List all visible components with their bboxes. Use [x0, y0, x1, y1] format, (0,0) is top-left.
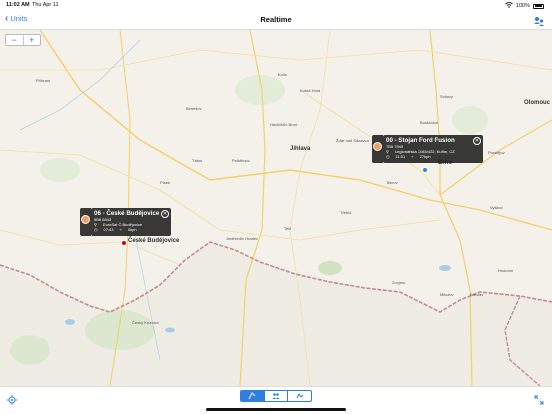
- city-label: Jihlava: [290, 146, 311, 152]
- close-callout-button[interactable]: ✕: [161, 210, 169, 218]
- view-mode-segmented-control: [240, 390, 312, 402]
- unit-title: 00 - Stojan Ford Fusion: [386, 137, 455, 144]
- city-label: Olomouc: [524, 100, 551, 106]
- clock-icon: ◷: [386, 154, 390, 159]
- speed-icon: ⌁: [119, 227, 122, 232]
- place-label: Vyškov: [490, 205, 503, 210]
- place-label: Znojmo: [392, 280, 406, 285]
- users-icon: [272, 393, 280, 399]
- home-indicator: [206, 408, 346, 411]
- place-label: Tábor: [192, 158, 203, 163]
- status-date: Thu Apr 11: [32, 2, 59, 8]
- place-label: Příbram: [36, 78, 51, 83]
- unit-callout[interactable]: 06 - České Budějovice 6B8 6843 ⚲ EuroSat…: [81, 208, 171, 236]
- place-label: Hodonín: [498, 268, 514, 273]
- unit-callout[interactable]: 00 - Stojan Ford Fusion 7B5 7949 ⚲ Legio…: [383, 135, 483, 163]
- expand-icon[interactable]: [534, 392, 544, 405]
- zoom-control: − +: [5, 34, 41, 46]
- place-label: Benešov: [186, 106, 202, 111]
- battery-percent: 100%: [515, 3, 530, 9]
- wifi-icon: [505, 2, 513, 10]
- navigation-bar: ‹ Units Realtime: [0, 10, 552, 30]
- zoom-out-button[interactable]: −: [6, 35, 24, 45]
- place-label: Písek: [160, 180, 171, 185]
- unit-time: 07:43: [103, 227, 114, 232]
- close-callout-button[interactable]: ✕: [473, 137, 481, 145]
- segment-all-units[interactable]: [263, 391, 288, 401]
- status-right: 100%: [505, 2, 544, 10]
- map-view[interactable]: Příbram Tábor Písek Pelhřimov Třebíč Zno…: [0, 30, 552, 386]
- place-label: Svitavy: [440, 94, 453, 99]
- unit-speed: 0kph: [127, 227, 137, 232]
- unit-stats-row: ◷ 07:43 ⌁ 0kph: [94, 227, 168, 232]
- zoom-in-button[interactable]: +: [24, 35, 41, 45]
- speed-icon: ⌁: [411, 154, 414, 159]
- page-title: Realtime: [260, 15, 292, 24]
- city-label: České Budějovice: [128, 238, 180, 244]
- place-label: Havlíčkův Brod: [270, 122, 297, 127]
- route-icon: [248, 392, 256, 400]
- unit-title: 06 - České Budějovice: [94, 210, 160, 217]
- place-label: Tišnov: [386, 180, 398, 185]
- place-label: Boskovice: [420, 120, 439, 125]
- segment-single-unit[interactable]: [241, 391, 264, 401]
- units-filter-icon[interactable]: [533, 14, 545, 26]
- place-label: Kutná Hora: [300, 88, 321, 93]
- place-label: Břeclav: [470, 292, 484, 297]
- unit-time: 11:01: [395, 154, 406, 159]
- unit-marker[interactable]: [422, 167, 428, 173]
- bottom-toolbar: [0, 386, 552, 414]
- place-label: Třebíč: [340, 210, 352, 215]
- battery-icon: [533, 3, 544, 9]
- callout-avatar-strip: [372, 135, 383, 163]
- driver-avatar: [373, 142, 382, 151]
- place-label: Kolín: [278, 72, 288, 77]
- status-bar: 11:02 AM Thu Apr 11 100%: [0, 0, 552, 10]
- unit-stats-row: ◷ 11:01 ⌁ 27kph: [386, 154, 480, 159]
- callout-avatar-strip: [80, 208, 91, 236]
- place-label: Pelhřimov: [232, 158, 250, 163]
- driver-avatar: [81, 215, 90, 224]
- unit-speed: 27kph: [419, 154, 431, 159]
- place-label: Prostějov: [488, 150, 505, 155]
- unit-marker[interactable]: [121, 240, 127, 246]
- place-label: Telč: [284, 226, 292, 231]
- place-label: Žďár nad Sázavou: [336, 138, 369, 143]
- vehicles-icon: [296, 393, 304, 399]
- place-label: Český Krumlov: [132, 320, 159, 325]
- locate-icon[interactable]: [7, 392, 17, 405]
- status-time: 11:02 AM: [6, 2, 30, 8]
- segment-fleet[interactable]: [287, 391, 311, 401]
- place-label: Mikulov: [440, 292, 454, 297]
- place-label: Jindřichův Hradec: [226, 236, 259, 241]
- clock-icon: ◷: [94, 227, 98, 232]
